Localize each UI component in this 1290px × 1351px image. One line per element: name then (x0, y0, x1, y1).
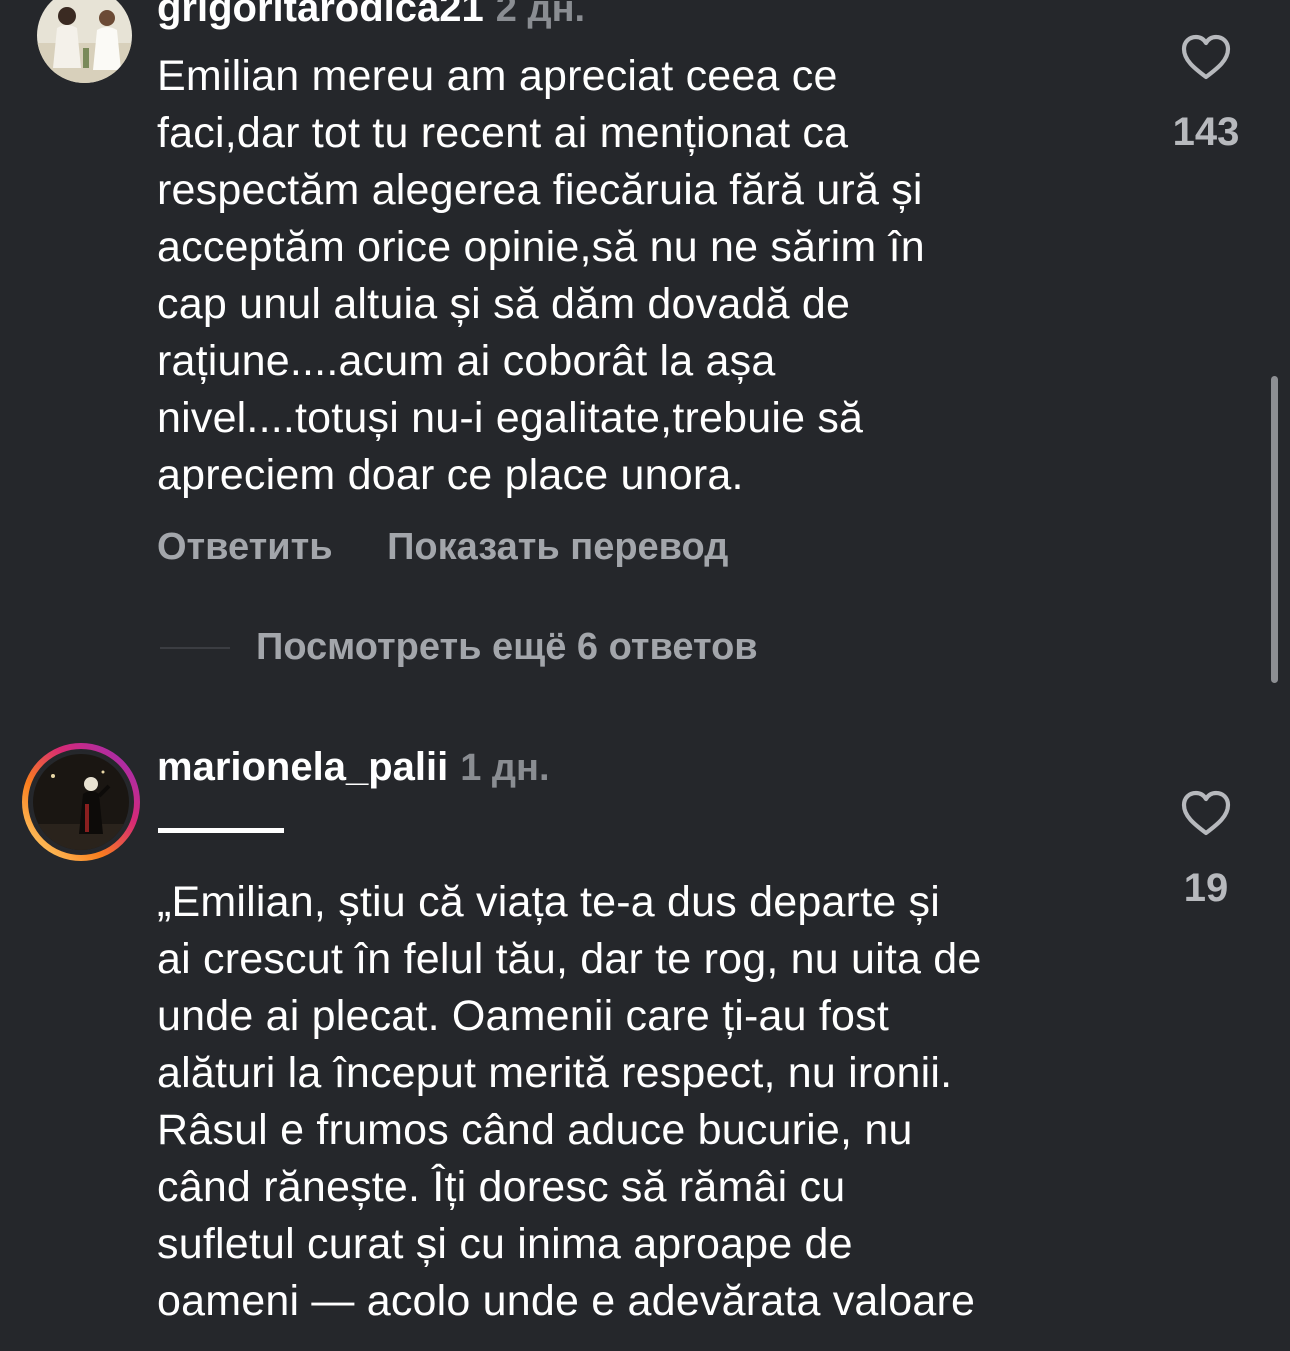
username-text[interactable]: marionela_palii (157, 745, 448, 789)
comment-actions: Ответить Показать перевод (157, 526, 778, 569)
heart-outline-icon (1181, 790, 1231, 836)
like-button[interactable] (1176, 783, 1236, 843)
comment-time: 2 дн. (495, 0, 586, 30)
reply-button[interactable]: Ответить (157, 526, 333, 569)
avatar-story-ring[interactable] (21, 742, 141, 862)
avatar-photo (37, 0, 132, 83)
view-replies-button[interactable]: Посмотреть ещё 6 ответов (160, 626, 758, 676)
avatar[interactable] (37, 0, 132, 83)
comment-username[interactable]: grigoritarodica21 2 дн. (157, 0, 585, 31)
like-button[interactable] (1176, 27, 1236, 87)
view-replies-label: Посмотреть ещё 6 ответов (256, 626, 758, 668)
comment-time: 1 дн. (460, 747, 550, 789)
comment-text: „Emilian, știu că viața te-a dus departe… (157, 878, 982, 1325)
comment-dash-line (158, 828, 284, 833)
replies-divider-line (160, 646, 230, 649)
avatar-photo (33, 754, 129, 850)
comment-text: Emilian mereu am apreciat ceea ce faci,d… (157, 52, 925, 499)
show-translation-button[interactable]: Показать перевод (387, 526, 728, 569)
scrollbar[interactable] (1271, 376, 1278, 683)
like-count: 143 (1172, 110, 1240, 154)
comment-username[interactable]: marionela_palii 1 дн. (157, 745, 550, 790)
heart-outline-icon (1181, 34, 1231, 80)
like-count: 19 (1183, 866, 1229, 910)
username-text[interactable]: grigoritarodica21 (157, 0, 484, 30)
